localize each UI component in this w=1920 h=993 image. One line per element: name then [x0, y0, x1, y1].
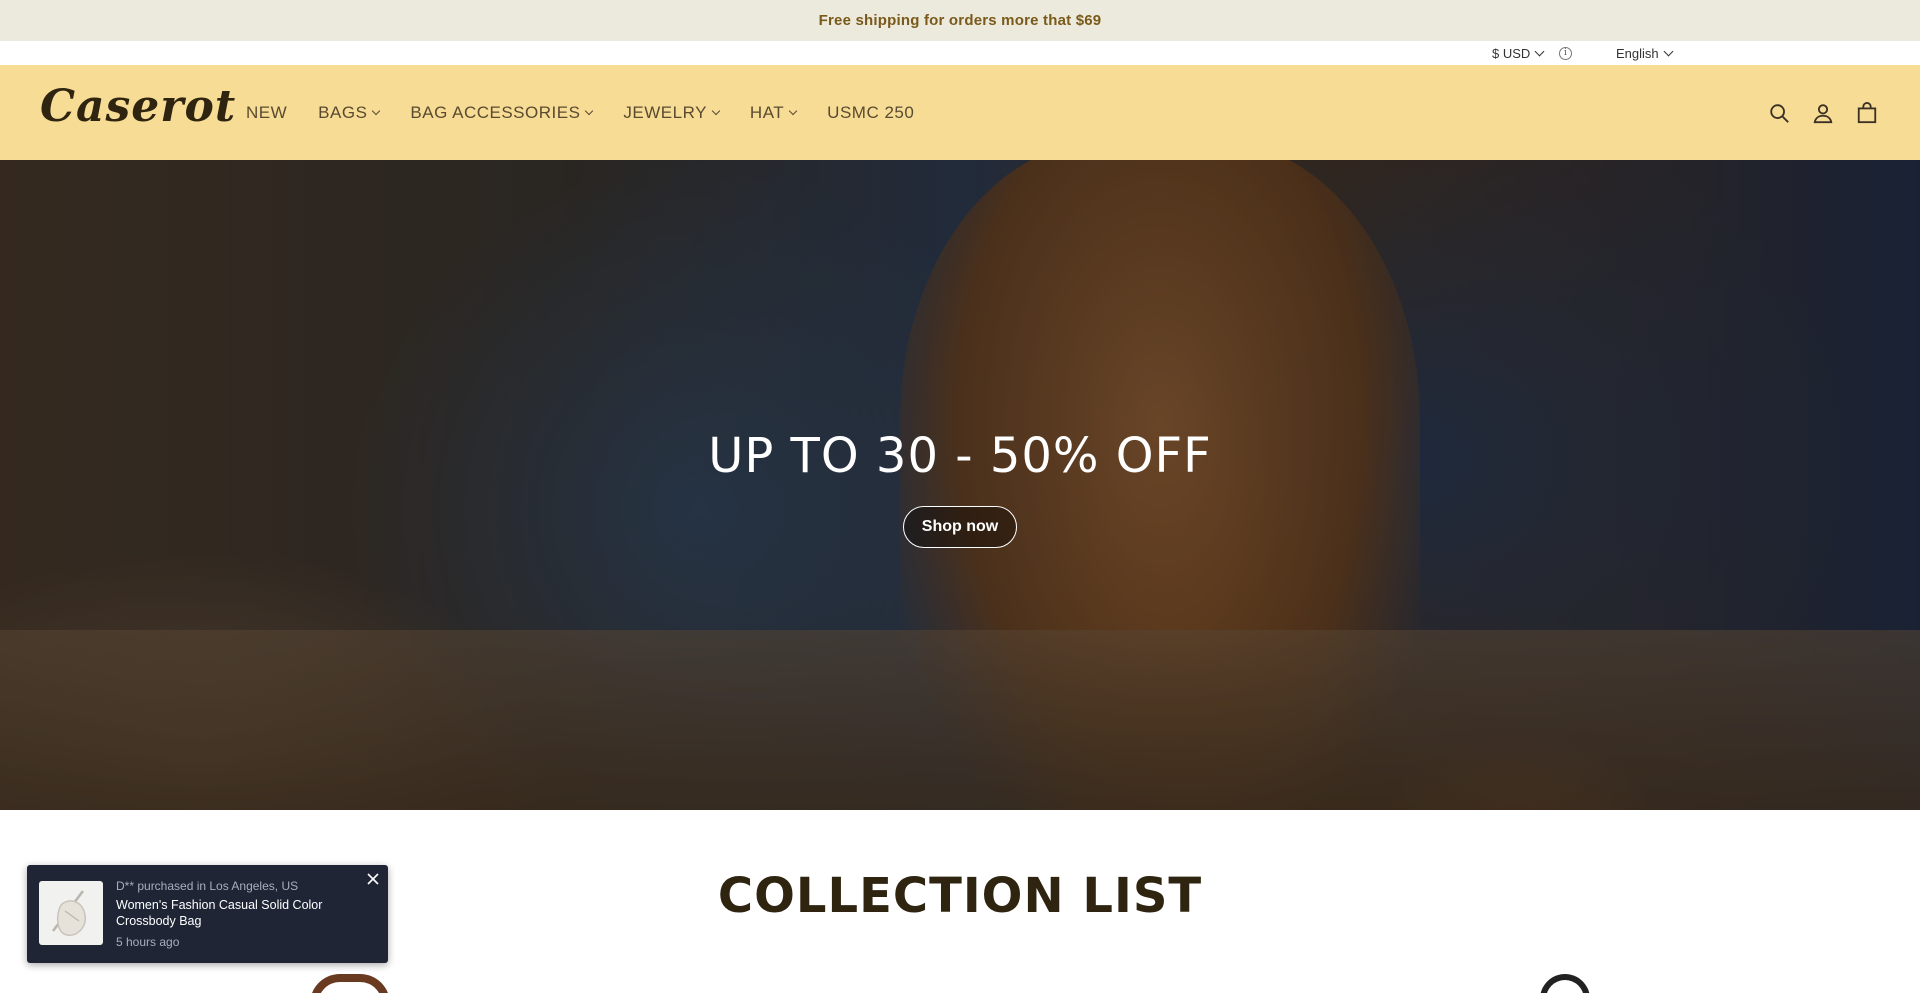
collection-item-image[interactable]	[1540, 974, 1590, 993]
nav-item-new[interactable]: NEW	[246, 103, 287, 123]
chevron-down-icon	[788, 106, 798, 115]
announcement-bar: Free shipping for orders more that $69	[0, 0, 1920, 41]
chevron-down-icon	[711, 106, 721, 115]
language-selector[interactable]: English	[1616, 46, 1674, 61]
collection-item-image[interactable]	[310, 974, 390, 993]
purchase-time: 5 hours ago	[116, 935, 180, 949]
purchase-location: D** purchased in Los Angeles, US	[116, 879, 299, 893]
info-icon[interactable]: i	[1559, 47, 1572, 60]
currency-selector[interactable]: $ USD	[1492, 46, 1545, 61]
chevron-down-icon	[1663, 46, 1674, 57]
site-header: Caserot NEW BAGS BAG ACCESSORIES JEWELRY…	[0, 65, 1920, 160]
nav-item-bag-accessories[interactable]: BAG ACCESSORIES	[410, 102, 594, 123]
close-icon[interactable]	[366, 872, 380, 886]
nav-item-label: HAT	[749, 102, 785, 122]
hero-content: UP TO 30 - 50% OFF Shop now	[0, 428, 1920, 548]
nav-item-label: BAG ACCESSORIES	[410, 102, 581, 122]
announcement-text: Free shipping for orders more that $69	[818, 12, 1102, 29]
nav-item-bags[interactable]: BAGS	[318, 102, 381, 123]
shop-now-button[interactable]: Shop now	[902, 506, 1018, 548]
nav-item-jewelry[interactable]: JEWELRY	[623, 102, 721, 123]
main-nav: NEW BAGS BAG ACCESSORIES JEWELRY HAT USM…	[246, 65, 914, 160]
account-icon[interactable]	[1812, 102, 1834, 124]
hero-title: UP TO 30 - 50% OFF	[708, 428, 1212, 484]
logo[interactable]: Caserot	[40, 81, 236, 132]
product-thumbnail	[39, 881, 103, 945]
crossbody-bag-icon	[52, 890, 86, 936]
language-label: English	[1616, 46, 1659, 61]
chevron-down-icon	[372, 106, 381, 115]
nav-item-hat[interactable]: HAT	[749, 102, 798, 123]
nav-item-label: USMC 250	[827, 102, 915, 122]
purchase-product-name[interactable]: Women's Fashion Casual Solid Color Cross…	[116, 897, 356, 929]
utility-bar: $ USD i English	[0, 41, 1920, 65]
chevron-down-icon	[1534, 46, 1545, 57]
nav-item-label: NEW	[246, 102, 288, 122]
search-icon[interactable]	[1768, 102, 1790, 124]
nav-item-usmc-250[interactable]: USMC 250	[827, 103, 914, 123]
cart-icon[interactable]	[1856, 101, 1878, 124]
header-actions	[1768, 65, 1878, 160]
purchase-notification[interactable]: D** purchased in Los Angeles, US Women's…	[27, 865, 388, 963]
currency-label: $ USD	[1492, 46, 1531, 61]
nav-item-label: BAGS	[318, 102, 368, 122]
hero-banner: UP TO 30 - 50% OFF Shop now	[0, 160, 1920, 810]
chevron-down-icon	[585, 106, 594, 115]
nav-item-label: JEWELRY	[623, 102, 707, 122]
